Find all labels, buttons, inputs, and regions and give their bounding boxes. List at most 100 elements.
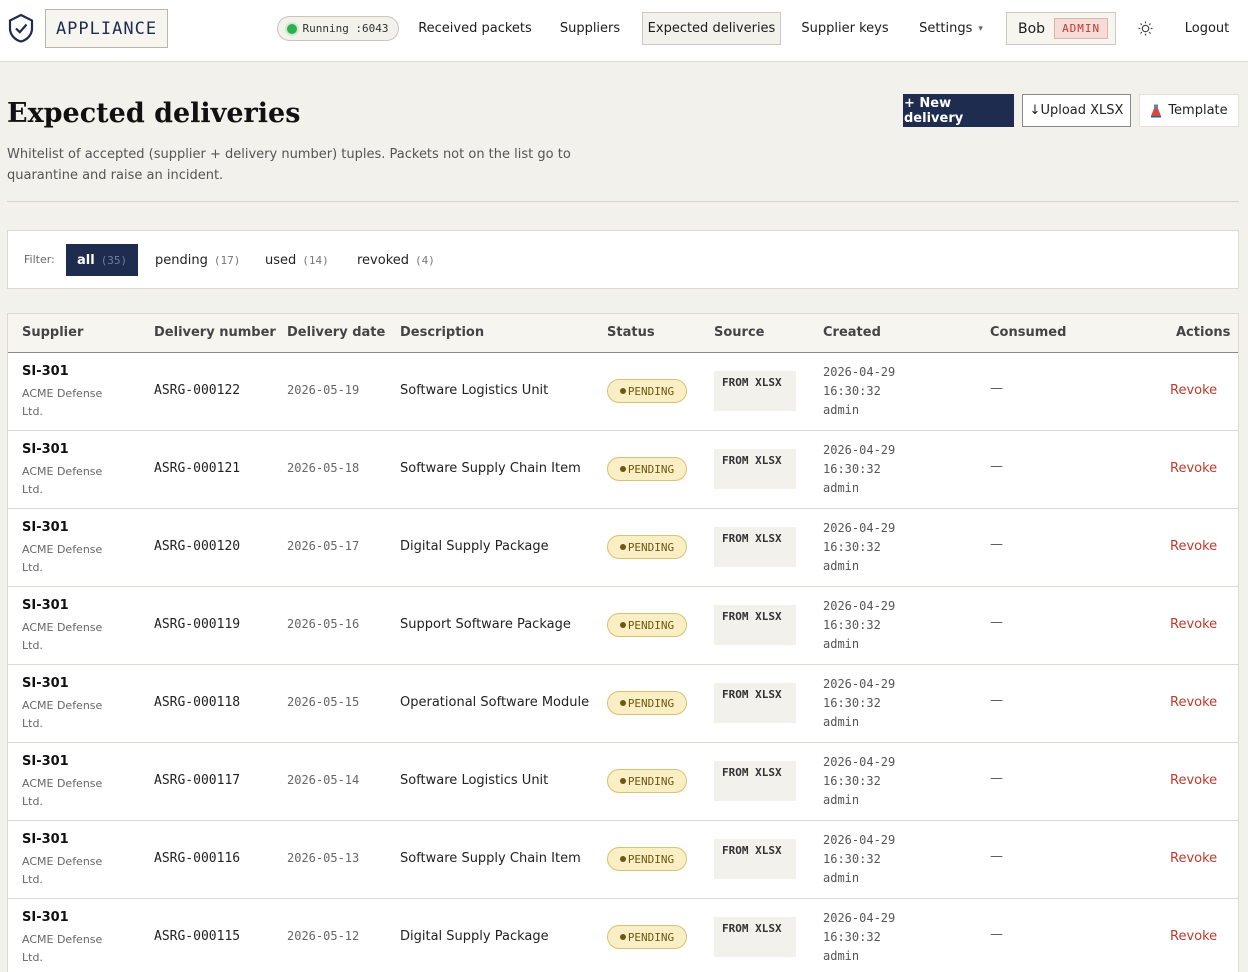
created-date: 2026-04-29 [823,599,896,613]
template-button[interactable]: Template [1139,94,1239,127]
status-dot-icon [619,778,626,784]
status-dot-icon [619,856,626,862]
revoke-button[interactable]: Revoke [1170,695,1217,710]
supplier-code: SI-301 [22,520,69,535]
nav-supplier-keys[interactable]: Supplier keys [794,12,896,45]
column-header: Consumed [990,325,1067,340]
source-badge: FROM XLSX [714,449,796,489]
filter-label: Filter: [24,253,55,266]
delivery-number: ASRG-000116 [154,851,241,866]
revoke-button[interactable]: Revoke [1170,539,1217,554]
sun-icon[interactable] [1137,20,1154,37]
created-time: 16:30:32 [823,930,881,944]
supplier-code: SI-301 [22,364,69,379]
table-row: SI-301 ACME Defense Ltd. ASRG-000119 202… [8,587,1238,665]
nav-settings[interactable]: Settings ▾ [910,12,992,45]
revoke-button[interactable]: Revoke [1170,461,1217,476]
filter-chip-revoked[interactable]: revoked (4) [346,244,446,276]
delivery-description: Software Supply Chain Item [400,851,581,866]
created-time: 16:30:32 [823,462,881,476]
logout-label: Logout [1184,21,1230,36]
filter-chip-count: (4) [415,253,435,267]
status-text: PENDING [627,384,675,398]
logout-button[interactable]: Logout [1176,12,1238,45]
delivery-description: Support Software Package [400,617,571,632]
delivery-date: 2026-05-16 [287,617,360,631]
source-badge: FROM XLSX [714,683,796,723]
status-text: PENDING [627,852,675,866]
consumed-value: — [990,381,1003,396]
table-row: SI-301 ACME Defense Ltd. ASRG-000117 202… [8,743,1238,821]
status-text: PENDING [627,696,675,710]
source-badge: FROM XLSX [714,605,796,645]
user-name: Bob [1018,20,1046,37]
filter-chip-all[interactable]: all (35) [66,244,139,276]
created-info: 2026-04-29 16:30:32 admin [823,441,895,498]
nav-expected-deliveries-label: Expected deliveries [647,21,776,36]
new-delivery-button[interactable]: + New delivery [903,94,1014,127]
created-time: 16:30:32 [823,618,881,632]
filter-chip-pending[interactable]: pending (17) [144,244,251,276]
status-badge: PENDING [607,379,687,403]
created-by: admin [823,559,860,573]
nav-expected-deliveries[interactable]: Expected deliveries [642,12,781,45]
delivery-date: 2026-05-14 [287,773,360,787]
delivery-description: Operational Software Module [400,695,590,710]
delivery-description: Software Supply Chain Item [400,461,581,476]
table-row: SI-301 ACME Defense Ltd. ASRG-000118 202… [8,665,1238,743]
nav-suppliers-label: Suppliers [559,21,621,36]
nav-received-packets[interactable]: Received packets [412,12,538,45]
consumed-value: — [990,537,1003,552]
user-menu[interactable]: Bob ADMIN [1006,12,1116,45]
revoke-button[interactable]: Revoke [1170,851,1217,866]
source-badge: FROM XLSX [714,839,796,879]
status-badge: PENDING [607,457,687,481]
status-badge: PENDING [607,769,687,793]
supplier-name: ACME Defense Ltd. [22,387,103,418]
created-time: 16:30:32 [823,852,881,866]
created-info: 2026-04-29 16:30:32 admin [823,363,895,420]
revoke-button[interactable]: Revoke [1170,929,1217,944]
column-header: Delivery number [154,325,276,340]
supplier-name: ACME Defense Ltd. [22,933,103,964]
table-row: SI-301 ACME Defense Ltd. ASRG-000115 202… [8,899,1238,972]
status-badge: PENDING [607,925,687,949]
revoke-button[interactable]: Revoke [1170,383,1217,398]
supplier-code: SI-301 [22,910,69,925]
status-dot-icon [619,622,626,628]
consumed-value: — [990,615,1003,630]
status-dot-icon [619,544,626,550]
delivery-number: ASRG-000117 [154,773,241,788]
consumed-value: — [990,459,1003,474]
column-header: Actions [1176,325,1231,340]
chevron-down-icon: ▾ [978,23,983,34]
nav-suppliers[interactable]: Suppliers [553,12,627,45]
created-info: 2026-04-29 16:30:32 admin [823,597,895,654]
upload-xlsx-button[interactable]: ↓Upload XLSX [1022,94,1131,127]
supplier-code: SI-301 [22,442,69,457]
filter-chip-used[interactable]: used (14) [254,244,340,276]
status-badge: PENDING [607,847,687,871]
delivery-description: Software Logistics Unit [400,773,549,788]
status-dot-icon [287,23,298,34]
source-badge: FROM XLSX [714,917,796,957]
created-by: admin [823,793,860,807]
created-info: 2026-04-29 16:30:32 admin [823,831,895,888]
created-by: admin [823,871,860,885]
revoke-button[interactable]: Revoke [1170,617,1217,632]
brand-logo[interactable]: APPLIANCE [45,9,168,48]
flask-icon [1151,104,1162,117]
filter-chip-label: all [77,252,95,268]
status-badge: PENDING [607,535,687,559]
revoke-button[interactable]: Revoke [1170,773,1217,788]
status-text: PENDING [627,618,675,632]
delivery-description: Digital Supply Package [400,929,549,944]
created-by: admin [823,481,860,495]
status-dot-icon [619,700,626,706]
status-dot-icon [619,388,626,394]
status-badge: PENDING [607,691,687,715]
supplier-code: SI-301 [22,754,69,769]
table-row: SI-301 ACME Defense Ltd. ASRG-000121 202… [8,431,1238,509]
supplier-name: ACME Defense Ltd. [22,543,103,574]
supplier-code: SI-301 [22,598,69,613]
